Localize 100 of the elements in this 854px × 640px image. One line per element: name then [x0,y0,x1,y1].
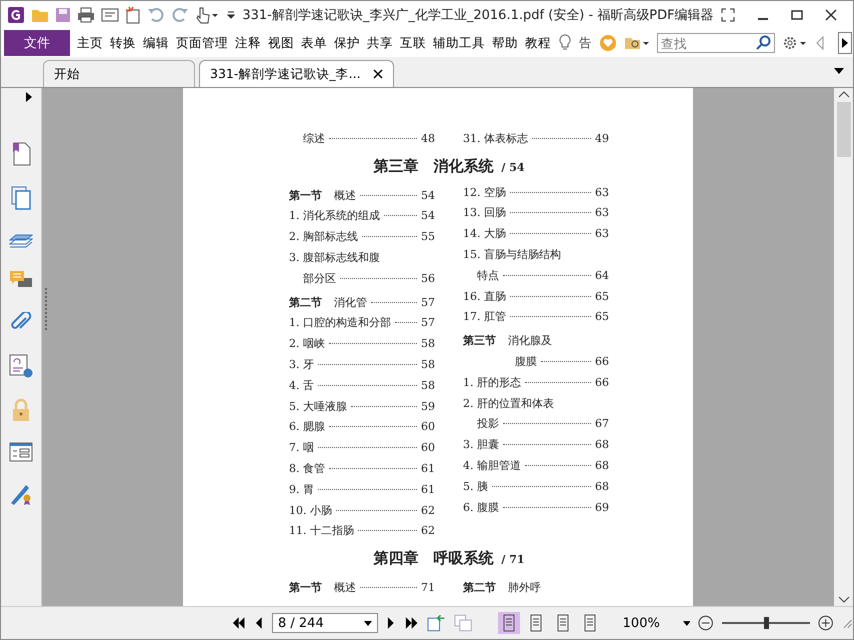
page-number: 62 [421,524,435,538]
menu-item[interactable]: 表单 [301,34,327,52]
page-number: 58 [421,378,435,392]
menu-item[interactable]: 页面管理 [176,34,228,52]
toc-entry: 1. 消化系统的组成 [289,208,380,224]
signature-icon[interactable] [9,354,33,378]
toc-entry: 1. 口腔的构造和分部 [289,315,391,330]
page-number: 60 [421,420,435,434]
new-document-icon[interactable] [125,6,141,24]
next-page-icon[interactable] [386,616,396,630]
section-number: 第二节 [463,580,496,596]
tell-me-label[interactable]: 告 [579,34,592,52]
fullscreen-icon[interactable] [721,8,735,22]
toc-entry: 3. 胆囊 [463,437,499,452]
page-number: 63 [595,206,609,220]
page-number: 58 [421,337,435,350]
chapter-heading: 第四章 呼吸系统 [373,549,494,568]
close-icon[interactable] [825,9,837,21]
menu-item[interactable]: 共享 [367,34,393,52]
form-fields-icon[interactable] [9,442,33,462]
chapter-heading: 第三章 消化系统 [373,156,494,176]
zoom-in-icon[interactable] [818,615,834,631]
menu-item[interactable]: 编辑 [143,34,169,52]
toc-entry: 1. 肝的形态 [463,374,521,390]
search-icon[interactable] [756,35,772,51]
file-menu[interactable]: 文件 [4,30,70,56]
app-logo-icon[interactable] [7,6,25,24]
zoom-out-icon[interactable] [698,615,714,631]
single-page-icon[interactable] [498,612,520,634]
leader-dots [525,465,591,466]
certify-pen-icon[interactable] [9,482,33,506]
page-number-field[interactable]: 8 / 244 [272,613,378,633]
toc-entry: 特点 [477,268,499,283]
scroll-left-icon[interactable] [815,35,825,51]
dropdown-arrow-icon[interactable] [682,620,690,626]
bookmark-icon[interactable] [11,142,31,166]
section-title: 消化腺及 [508,333,552,348]
hand-tool-icon[interactable] [195,6,221,24]
section-number: 第三节 [463,333,496,348]
leader-dots [532,138,591,139]
page-number: 54 [421,209,435,222]
window-title: 331-解剖学速记歌诀_李兴广_化学工业_2016.1.pdf (安全) - 福昕高级PDF编辑器 [241,7,715,24]
document-tab[interactable]: 开始 [43,60,195,87]
page-number: 60 [421,441,435,454]
pages-icon[interactable] [11,186,31,210]
previous-page-icon[interactable] [254,616,264,630]
expand-arrow-icon[interactable] [25,92,33,102]
save-icon[interactable] [55,7,71,23]
page-number: 55 [421,230,435,244]
leader-dots [384,215,417,216]
section-number: 第一节 [289,580,322,596]
leader-dots [358,530,417,532]
document-tab[interactable]: 331-解剖学速记歌诀_李... [199,60,394,87]
toc-entry: 7. 咽 [289,440,314,456]
page-number: 58 [421,358,435,372]
mail-icon[interactable] [101,8,119,22]
first-page-icon[interactable] [231,616,246,630]
menu-item[interactable]: 主页 [77,34,103,52]
close-icon[interactable] [372,69,383,79]
print-icon[interactable] [77,7,95,23]
page-number: 63 [595,186,609,199]
search-field[interactable]: 查找 [657,33,775,53]
tab-list-icon[interactable] [833,67,845,75]
page-number: 68 [595,480,609,493]
panel-resize-grip[interactable] [45,288,49,330]
dropdown-icon[interactable] [227,10,235,20]
resize-grip-icon[interactable] [841,617,853,629]
lightbulb-icon[interactable] [558,34,572,52]
menu-item[interactable]: 教程 [525,34,551,52]
restore-icon[interactable] [791,9,803,21]
menu-item[interactable]: 注释 [235,34,261,52]
toc-entry: 3. 牙 [289,357,314,372]
scroll-right-icon[interactable] [838,32,852,54]
page-number: 61 [421,482,435,496]
leader-dots [371,302,417,303]
scroll-up-icon[interactable] [838,90,850,98]
menu-item[interactable]: 互联 [400,34,426,52]
menu-item[interactable]: 视图 [268,34,294,52]
find-folder-icon[interactable] [624,35,650,51]
menu-item[interactable]: 帮助 [492,34,518,52]
page-number: 48 [421,132,435,145]
section-title: 概述 [334,580,356,596]
leader-dots [351,406,417,407]
last-page-icon[interactable] [404,616,420,630]
zoom-value[interactable]: 100% [622,616,675,630]
page-number: 59 [421,400,435,413]
menu-item[interactable]: 转换 [110,34,136,52]
menu-item[interactable]: 辅助工具 [433,34,485,52]
previous-view-icon[interactable] [427,614,446,632]
toc-entry: 17. 肛管 [463,309,506,324]
menu-item[interactable]: 保护 [334,34,360,52]
scroll-down-icon[interactable] [838,596,850,604]
dropdown-arrow-icon[interactable] [364,620,372,626]
toc-entry: 综述 [303,130,325,146]
toc-entry: 10. 小肠 [289,502,332,518]
page-number: 56 [421,272,435,285]
toc-entry: 4. 舌 [289,378,314,393]
toc-entry: 3. 腹部标志线和腹 [289,250,380,266]
scrollbar-thumb[interactable] [836,102,850,157]
settings-icon[interactable] [782,35,808,51]
